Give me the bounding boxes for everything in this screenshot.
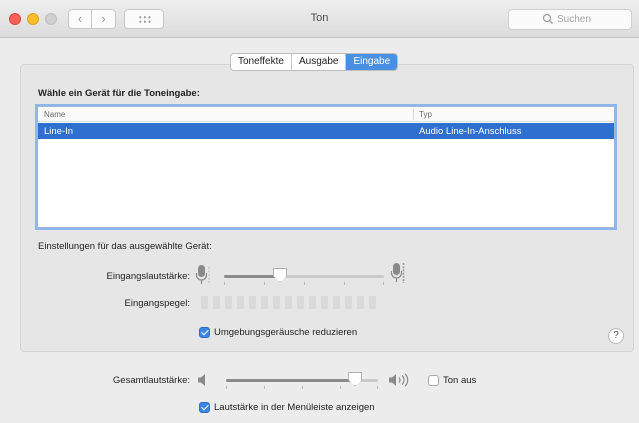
slider-tick — [377, 386, 378, 389]
output-volume-slider-fill — [226, 379, 356, 382]
show-volume-in-menubar-label[interactable]: Lautstärke in der Menüleiste anzeigen — [214, 402, 375, 413]
table-header: Name Typ — [38, 107, 614, 122]
slider-tick — [344, 282, 345, 285]
level-meter-segment — [333, 296, 340, 309]
output-volume-slider-knob[interactable] — [348, 372, 363, 386]
input-level-label: Eingangspegel: — [124, 298, 191, 309]
slider-tick — [304, 282, 305, 285]
microphone-low-icon — [195, 265, 210, 284]
slider-tick — [226, 386, 227, 389]
search-icon — [542, 13, 553, 24]
level-meter-segment — [225, 296, 232, 309]
device-settings-label: Einstellungen für das ausgewählte Gerät: — [38, 241, 212, 252]
slider-tick — [302, 386, 303, 389]
level-meter-segment — [345, 296, 352, 309]
slider-tick — [264, 282, 265, 285]
level-meter-segment — [285, 296, 292, 309]
device-list-heading: Wähle ein Gerät für die Toneingabe: — [38, 88, 200, 99]
device-type: Audio Line-In-Anschluss — [419, 126, 522, 137]
tab-sound-effects[interactable]: Toneffekte — [231, 54, 292, 70]
column-divider — [413, 109, 414, 120]
tab-output[interactable]: Ausgabe — [292, 54, 347, 70]
column-header-type[interactable]: Typ — [419, 110, 432, 119]
table-row[interactable]: Line-In Audio Line-In-Anschluss — [38, 123, 614, 139]
level-meter-segment — [369, 296, 376, 309]
output-volume-label: Gesamtlautstärke: — [112, 375, 190, 386]
level-meter-segment — [237, 296, 244, 309]
device-name: Line-In — [44, 126, 74, 137]
mute-label[interactable]: Ton aus — [443, 375, 476, 386]
search-field[interactable]: Suchen — [508, 9, 632, 30]
level-meter-segment — [357, 296, 364, 309]
level-meter-segment — [309, 296, 316, 309]
speaker-low-icon — [198, 374, 205, 386]
level-meter-segment — [297, 296, 304, 309]
level-meter-segment — [261, 296, 268, 309]
slider-tick — [264, 386, 265, 389]
slider-tick — [383, 282, 384, 285]
column-header-name[interactable]: Name — [44, 110, 65, 119]
search-placeholder: Suchen — [557, 14, 591, 25]
input-level-meter — [201, 296, 376, 309]
speaker-high-icon — [389, 373, 409, 387]
slider-tick — [224, 282, 225, 285]
level-meter-segment — [273, 296, 280, 309]
input-device-table[interactable]: Name Typ Line-In Audio Line-In-Anschluss — [37, 106, 615, 228]
level-meter-segment — [321, 296, 328, 309]
microphone-high-icon — [390, 263, 405, 283]
slider-tick — [340, 386, 341, 389]
level-meter-segment — [249, 296, 256, 309]
level-meter-segment — [213, 296, 220, 309]
noise-reduction-checkbox[interactable] — [199, 327, 210, 338]
level-meter-segment — [201, 296, 208, 309]
noise-reduction-label[interactable]: Umgebungsgeräusche reduzieren — [214, 327, 357, 338]
sound-preferences-window: ‹ › Ton Suchen Toneffekte Ausgabe Eingab… — [0, 0, 639, 423]
show-volume-in-menubar-checkbox[interactable] — [199, 402, 210, 413]
mute-checkbox[interactable] — [428, 375, 439, 386]
input-volume-slider-fill — [224, 275, 280, 278]
tab-input[interactable]: Eingabe — [346, 54, 398, 70]
help-button[interactable]: ? — [608, 328, 624, 344]
tab-bar: Toneffekte Ausgabe Eingabe — [230, 53, 399, 71]
title-bar: ‹ › Ton Suchen — [0, 0, 639, 38]
input-volume-label: Eingangslautstärke: — [106, 271, 190, 282]
